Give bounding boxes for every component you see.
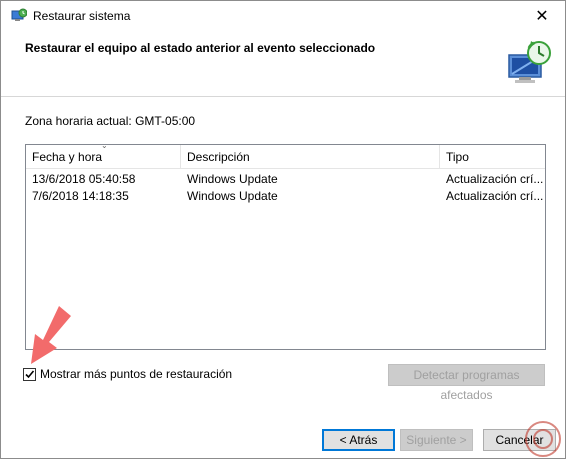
table-row[interactable]: 7/6/2018 14:18:35 Windows Update Actuali… [26,188,545,205]
show-more-label: Mostrar más puntos de restauración [40,367,233,381]
column-label: Fecha y hora [32,150,103,164]
cell-description: Windows Update [187,189,278,203]
next-button[interactable]: Siguiente > [400,429,473,451]
close-icon: ✕ [535,8,549,25]
cell-date: 13/6/2018 05:40:58 [32,172,136,186]
list-header: ⌄ Fecha y hora Descripción Tipo [26,141,545,169]
restore-points-list[interactable]: ⌄ Fecha y hora Descripción Tipo 13/6/201… [25,141,546,350]
content-area: Zona horaria actual: GMT-05:00 ⌄ Fecha y… [1,98,565,408]
window-title: Restaurar sistema [33,9,131,23]
header-band: Restaurar el equipo al estado anterior a… [1,31,565,97]
sort-down-icon: ⌄ [101,141,108,150]
close-button[interactable]: ✕ [519,1,565,31]
column-label: Descripción [187,150,250,164]
show-more-checkbox-row[interactable]: Mostrar más puntos de restauración [23,366,232,382]
site-logo-icon [523,420,563,458]
cell-type: Actualización crí... [446,172,544,186]
show-more-checkbox[interactable] [23,367,36,381]
system-restore-small-icon [11,8,28,24]
restore-dialog: Restaurar sistema ✕ Restaurar el equipo … [0,0,566,459]
cell-description: Windows Update [187,172,278,186]
table-row[interactable]: 13/6/2018 05:40:58 Windows Update Actual… [26,171,545,188]
back-button[interactable]: < Atrás [322,429,395,451]
page-title: Restaurar el equipo al estado anterior a… [25,41,376,55]
button-bar: < Atrás Siguiente > Cancelar [1,408,565,458]
detect-affected-programs-button[interactable]: Detectar programas afectados [388,364,545,402]
cell-type: Actualización crí... [446,189,544,203]
column-header-description[interactable]: Descripción [181,145,440,169]
timezone-label: Zona horaria actual: GMT-05:00 [25,114,196,128]
pointer-arrow-icon [27,304,73,366]
column-label: Tipo [446,150,469,164]
column-header-type[interactable]: Tipo [440,145,545,169]
system-restore-icon [505,39,553,87]
column-header-date[interactable]: ⌄ Fecha y hora [26,141,181,169]
title-bar: Restaurar sistema ✕ [1,1,565,31]
cell-date: 7/6/2018 14:18:35 [32,189,129,203]
